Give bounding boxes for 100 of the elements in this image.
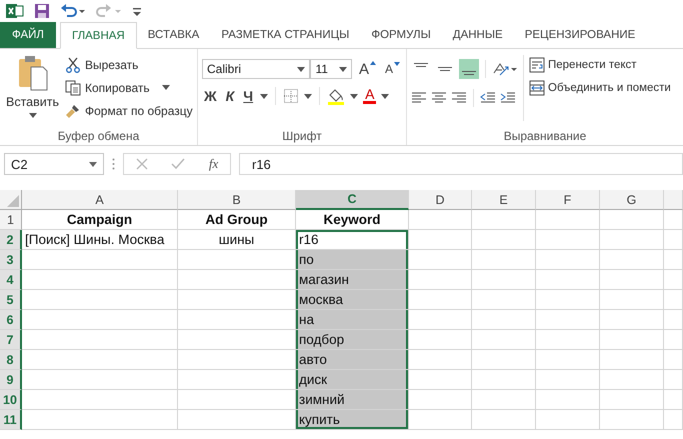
- font-color-button[interactable]: A: [363, 88, 376, 104]
- column-header[interactable]: C: [296, 190, 409, 210]
- clipboard-icon: [16, 55, 48, 91]
- caret-icon[interactable]: [350, 94, 358, 98]
- table-cell: [600, 310, 664, 330]
- column-header[interactable]: A: [22, 190, 178, 210]
- table-cell: [409, 390, 472, 410]
- font-name-field[interactable]: Calibri: [202, 59, 310, 79]
- ribbon-tab[interactable]: РАЗМЕТКА СТРАНИЦЫ: [210, 22, 360, 48]
- borders-icon[interactable]: [283, 88, 300, 104]
- table-cell: [600, 410, 664, 430]
- decrease-indent-icon[interactable]: [480, 91, 496, 105]
- caret-icon[interactable]: [304, 94, 312, 98]
- column-header[interactable]: D: [409, 190, 472, 210]
- save-icon[interactable]: [34, 3, 50, 19]
- ribbon-tab[interactable]: ВСТАВКА: [136, 22, 210, 48]
- align-icon[interactable]: [411, 91, 427, 105]
- excel-logo-icon[interactable]: [6, 2, 24, 20]
- table-cell: [664, 410, 683, 430]
- column-header[interactable]: F: [536, 190, 600, 210]
- row-header[interactable]: 7: [0, 330, 22, 350]
- copy-button[interactable]: Копировать: [65, 78, 193, 97]
- row-header[interactable]: 4: [0, 270, 22, 290]
- ribbon-tab[interactable]: ГЛАВНАЯ: [60, 22, 137, 49]
- ribbon-tab[interactable]: ФОРМУЛЫ: [360, 22, 442, 48]
- align-icon[interactable]: [451, 91, 467, 105]
- column-header[interactable]: G: [600, 190, 664, 210]
- table-cell: [664, 310, 683, 330]
- row-header[interactable]: 3: [0, 250, 22, 270]
- row-header[interactable]: 1: [0, 210, 22, 230]
- ribbon-tab[interactable]: ФАЙЛ: [0, 22, 56, 48]
- row-header[interactable]: 9: [0, 370, 22, 390]
- column-header[interactable]: B: [178, 190, 296, 210]
- formula-input[interactable]: r16: [239, 153, 683, 175]
- caret-icon[interactable]: [162, 85, 170, 90]
- insert-function-button[interactable]: fx: [208, 156, 218, 172]
- name-box[interactable]: C2: [4, 153, 104, 175]
- row-header[interactable]: 8: [0, 350, 22, 370]
- customize-icon[interactable]: [132, 5, 142, 17]
- table-cell: [472, 370, 536, 390]
- grow-font-button[interactable]: A: [356, 60, 378, 78]
- table-cell: [536, 230, 600, 250]
- group-label: Буфер обмена: [58, 129, 140, 143]
- table-cell: [536, 310, 600, 330]
- undo-icon[interactable]: [60, 3, 86, 19]
- down-triangle-icon: [394, 62, 400, 66]
- table-cell: [409, 330, 472, 350]
- table-cell: [536, 390, 600, 410]
- table-cell: магазин: [296, 270, 409, 290]
- paste-button[interactable]: Вставить: [4, 55, 61, 127]
- cut-button[interactable]: Вырезать: [65, 55, 193, 74]
- row-header[interactable]: 11: [0, 410, 22, 430]
- table-cell: [409, 350, 472, 370]
- underline-button[interactable]: Ч: [241, 88, 256, 104]
- align-lines-icon: [438, 67, 452, 71]
- table-cell: [600, 210, 664, 230]
- row-header[interactable]: 5: [0, 290, 22, 310]
- text-orientation-icon[interactable]: [492, 61, 518, 77]
- copy-icon: [65, 80, 81, 96]
- vertical-align-button[interactable]: [459, 59, 479, 79]
- table-cell: [472, 350, 536, 370]
- format-painter-button[interactable]: Формат по образцу: [65, 101, 193, 120]
- italic-button[interactable]: К: [224, 88, 236, 104]
- table-cell: [536, 350, 600, 370]
- ribbon-tab[interactable]: ДАННЫЕ: [442, 22, 514, 48]
- row-header[interactable]: 2: [0, 230, 22, 250]
- ribbon-tab[interactable]: РЕЦЕНЗИРОВАНИЕ: [514, 22, 646, 48]
- wrap-text-icon: [529, 56, 545, 72]
- scissors-icon: [65, 56, 81, 72]
- wrap-text-button[interactable]: Перенести текст: [529, 55, 671, 74]
- caret-icon[interactable]: [297, 66, 306, 72]
- increase-indent-icon[interactable]: [500, 91, 516, 105]
- caret-icon[interactable]: [338, 66, 347, 72]
- table-cell: Keyword: [296, 210, 409, 230]
- align-lines-icon: [414, 63, 428, 67]
- caret-icon[interactable]: [260, 94, 268, 98]
- table-cell: [664, 270, 683, 290]
- font-size-field[interactable]: 11: [310, 59, 352, 79]
- bold-button[interactable]: Ж: [202, 88, 219, 104]
- table-cell: купить: [296, 410, 409, 430]
- column-header[interactable]: E: [472, 190, 536, 210]
- row-header[interactable]: 6: [0, 310, 22, 330]
- caret-icon[interactable]: [381, 94, 390, 98]
- table-cell: [600, 330, 664, 350]
- check-icon[interactable]: [171, 158, 186, 170]
- grip-icon: [112, 158, 115, 170]
- merge-button[interactable]: Объединить и помести: [529, 78, 671, 97]
- table-cell: [536, 290, 600, 310]
- caret-icon[interactable]: [89, 162, 97, 166]
- align-icon[interactable]: [431, 91, 447, 105]
- table-cell: авто: [296, 350, 409, 370]
- table-cell: [600, 250, 664, 270]
- table-cell: [472, 410, 536, 430]
- shrink-font-button[interactable]: A: [382, 62, 402, 76]
- merge-cells-icon: [529, 80, 545, 96]
- row-header[interactable]: 10: [0, 390, 22, 410]
- table-cell: [664, 230, 683, 250]
- table-cell: [536, 410, 600, 430]
- fill-color-icon[interactable]: [327, 87, 346, 105]
- table-cell: [536, 270, 600, 290]
